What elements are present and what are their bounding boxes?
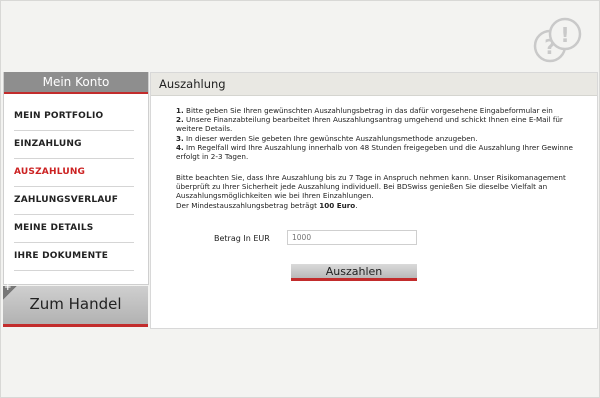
sidebar-item-einzahlung[interactable]: EINZAHLUNG	[14, 131, 134, 159]
svg-text:!: !	[560, 23, 569, 47]
step-item: 3. In dieser werden Sie gebeten Ihre gew…	[176, 133, 478, 143]
instruction-steps: 1. Bitte geben Sie Ihren gewünschten Aus…	[176, 106, 588, 161]
step-item: 1. Bitte geben Sie Ihren gewünschten Aus…	[176, 106, 553, 115]
sidebar-item-portfolio[interactable]: MEIN PORTFOLIO	[14, 103, 134, 131]
sidebar-item-dokumente[interactable]: IHRE DOKUMENTE	[14, 243, 134, 271]
auszahlen-button[interactable]: Auszahlen	[291, 264, 417, 281]
account-menu: MEIN PORTFOLIO EINZAHLUNG AUSZAHLUNG ZAH…	[4, 103, 148, 271]
note-text: Bitte beachten Sie, dass Ihre Auszahlung…	[176, 173, 566, 201]
amount-label: Betrag In EUR	[214, 234, 270, 243]
sidebar-item-details[interactable]: MEINE DETAILS	[14, 215, 134, 243]
page-title: Auszahlung	[151, 73, 597, 96]
processing-note: Bitte beachten Sie, dass Ihre Auszahlung…	[176, 173, 581, 210]
zum-handel-label: Zum Handel	[29, 295, 122, 313]
step-item: 4. Im Regelfall wird Ihre Auszahlung inn…	[176, 142, 573, 162]
step-item: 2. Unsere Finanzabteilung bearbeitet Ihr…	[176, 115, 563, 134]
minimum-amount-text: Der Mindestauszahlungsbetrag beträgt 100…	[176, 200, 358, 210]
account-sidebar: Mein Konto MEIN PORTFOLIO EINZAHLUNG AUS…	[3, 72, 149, 285]
sidebar-title: Mein Konto	[4, 72, 148, 94]
withdrawal-panel: Auszahlung 1. Bitte geben Sie Ihren gewü…	[150, 72, 598, 329]
help-icon[interactable]: ? !	[530, 14, 582, 66]
sidebar-item-auszahlung[interactable]: AUSZAHLUNG	[14, 159, 134, 187]
amount-input[interactable]	[287, 230, 417, 245]
zum-handel-button[interactable]: + Zum Handel	[3, 283, 148, 327]
sidebar-item-zahlungsverlauf[interactable]: ZAHLUNGSVERLAUF	[14, 187, 134, 215]
